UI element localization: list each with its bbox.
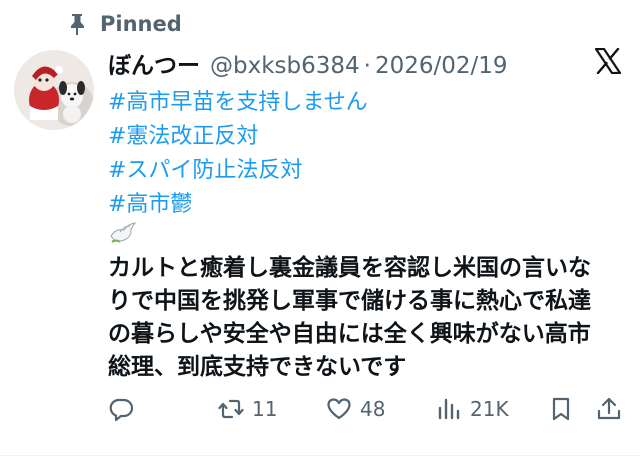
views-count: 21K bbox=[470, 397, 509, 421]
dove-icon bbox=[108, 220, 138, 246]
pin-icon bbox=[66, 12, 88, 36]
avatar[interactable] bbox=[14, 50, 94, 130]
tweet-body: カルトと癒着し裏金議員を容認し米国の言いな りで中国を挑発し軍事で儲ける事に熱心… bbox=[108, 252, 623, 384]
pinned-indicator: Pinned bbox=[66, 12, 182, 36]
action-bar: 11 48 21K bbox=[108, 396, 628, 428]
tweet-text-line: の暮らしや安全や自由には全く興味がない高市 bbox=[108, 321, 591, 347]
reply-icon bbox=[109, 398, 134, 422]
hashtag-list: #高市早苗を支持しません #憲法改正反対 #スパイ防止法反対 #高市鬱 bbox=[108, 86, 368, 222]
repost-count: 11 bbox=[252, 397, 278, 421]
x-logo-icon[interactable] bbox=[594, 48, 622, 74]
post-date[interactable]: 2026/02/19 bbox=[375, 53, 508, 79]
repost-button[interactable]: 11 bbox=[218, 396, 277, 422]
views-icon bbox=[438, 398, 460, 420]
hashtag-link[interactable]: #憲法改正反対 bbox=[108, 120, 368, 154]
heart-icon bbox=[327, 398, 351, 420]
bookmark-icon bbox=[552, 397, 570, 421]
tweet-text-line: カルトと癒着し裏金議員を容認し米国の言いな bbox=[108, 255, 591, 281]
like-button[interactable]: 48 bbox=[326, 396, 385, 422]
share-button[interactable] bbox=[596, 396, 622, 422]
bookmark-button[interactable] bbox=[548, 396, 574, 422]
like-count: 48 bbox=[360, 397, 386, 421]
separator-dot: · bbox=[363, 53, 371, 79]
share-icon bbox=[597, 397, 621, 420]
tweet-text-line: りで中国を挑発し軍事で儲ける事に熱心で私達 bbox=[108, 288, 591, 314]
pinned-label: Pinned bbox=[100, 12, 182, 36]
tweet-text-line: 総理、到底支持できないです bbox=[108, 354, 407, 380]
tweet-header: ぼんつー @bxksb6384 · 2026/02/19 bbox=[108, 46, 508, 80]
views-button[interactable]: 21K bbox=[436, 396, 509, 422]
repost-icon bbox=[218, 399, 244, 419]
divider bbox=[0, 455, 640, 456]
reply-button[interactable] bbox=[108, 396, 142, 422]
hashtag-link[interactable]: #高市早苗を支持しません bbox=[108, 86, 368, 120]
hashtag-link[interactable]: #高市鬱 bbox=[108, 188, 368, 222]
user-handle[interactable]: @bxksb6384 bbox=[210, 53, 360, 79]
hashtag-link[interactable]: #スパイ防止法反対 bbox=[108, 154, 368, 188]
display-name[interactable]: ぼんつー bbox=[108, 46, 200, 80]
